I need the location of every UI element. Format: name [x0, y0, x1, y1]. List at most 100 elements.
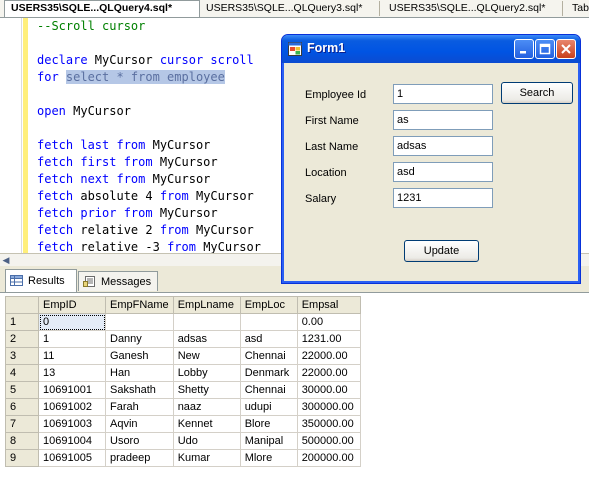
- code-line[interactable]: fetch prior from MyCursor: [37, 205, 261, 222]
- table-row[interactable]: 5 10691001 Sakshath Shetty Chennai 30000.00: [5, 381, 361, 399]
- minimize-button[interactable]: [514, 39, 534, 59]
- grid-cell[interactable]: asd: [239, 330, 298, 348]
- doc-tab-query3[interactable]: USERS35\SQLE...QLQuery3.sql*: [200, 1, 380, 16]
- first-name-input[interactable]: [393, 110, 493, 130]
- tab-messages[interactable]: Messages: [78, 271, 158, 291]
- grid-cell[interactable]: Usoro: [105, 432, 174, 450]
- row-number[interactable]: 8: [5, 432, 39, 450]
- code-line[interactable]: [37, 35, 261, 52]
- grid-cell[interactable]: udupi: [239, 398, 298, 416]
- table-row[interactable]: 7 10691003 Aqvin Kennet Blore 350000.00: [5, 415, 361, 433]
- title-bar[interactable]: Form1: [282, 35, 580, 63]
- grid-cell[interactable]: 13: [38, 364, 106, 382]
- row-number[interactable]: 4: [5, 364, 39, 382]
- salary-input[interactable]: [393, 188, 493, 208]
- grid-cell[interactable]: pradeep: [105, 449, 174, 467]
- grid-cell[interactable]: 22000.00: [296, 347, 361, 365]
- column-header[interactable]: EmpID: [38, 296, 106, 314]
- table-row[interactable]: 9 10691005 pradeep Kumar Mlore 200000.00: [5, 449, 361, 467]
- grid-cell[interactable]: [105, 313, 174, 331]
- table-row[interactable]: 8 10691004 Usoro Udo Manipal 500000.00: [5, 432, 361, 450]
- row-number[interactable]: 1: [5, 313, 39, 331]
- code-line[interactable]: fetch relative 2 from MyCursor: [37, 222, 261, 239]
- scroll-left-icon[interactable]: ◀: [0, 254, 12, 266]
- maximize-button[interactable]: [535, 39, 555, 59]
- doc-tab-query4[interactable]: USERS35\SQLE...QLQuery4.sql*: [4, 0, 200, 17]
- grid-cell[interactable]: New: [172, 347, 241, 365]
- table-row[interactable]: 3 11 Ganesh New Chennai 22000.00: [5, 347, 361, 365]
- column-header[interactable]: EmpLname: [172, 296, 241, 314]
- grid-cell[interactable]: Mlore: [239, 449, 298, 467]
- row-number[interactable]: 2: [5, 330, 39, 348]
- code-line[interactable]: for select * from employee: [37, 69, 261, 86]
- table-row[interactable]: 4 13 Han Lobby Denmark 22000.00: [5, 364, 361, 382]
- doc-tab-query2[interactable]: USERS35\SQLE...QLQuery2.sql*: [383, 1, 563, 16]
- code-line[interactable]: [37, 86, 261, 103]
- table-row[interactable]: 2 1 Danny adsas asd 1231.00: [5, 330, 361, 348]
- grid-cell[interactable]: adsas: [172, 330, 241, 348]
- grid-cell[interactable]: Kumar: [172, 449, 241, 467]
- grid-cell[interactable]: 10691001: [38, 381, 106, 399]
- row-number[interactable]: 5: [5, 381, 39, 399]
- code-line[interactable]: --Scroll cursor: [37, 18, 261, 35]
- grid-cell[interactable]: Denmark: [239, 364, 298, 382]
- employee-id-input[interactable]: [393, 84, 493, 104]
- grid-cell[interactable]: 1231.00: [296, 330, 361, 348]
- code-line[interactable]: fetch last from MyCursor: [37, 137, 261, 154]
- grid-cell[interactable]: Sakshath: [105, 381, 174, 399]
- table-row[interactable]: 1 0 0.00: [5, 313, 361, 331]
- row-number[interactable]: 3: [5, 347, 39, 365]
- grid-cell[interactable]: 10691005: [38, 449, 106, 467]
- code-line[interactable]: declare MyCursor cursor scroll: [37, 52, 261, 69]
- update-button[interactable]: Update: [404, 240, 479, 262]
- grid-cell[interactable]: Ganesh: [105, 347, 174, 365]
- search-button[interactable]: Search: [501, 82, 573, 104]
- row-number[interactable]: 7: [5, 415, 39, 433]
- close-button[interactable]: [556, 39, 576, 59]
- grid-cell[interactable]: Farah: [105, 398, 174, 416]
- form1-window[interactable]: Form1 Employee Id Search First Name Last…: [281, 34, 581, 284]
- grid-cell[interactable]: Danny: [105, 330, 174, 348]
- code-line[interactable]: fetch first from MyCursor: [37, 154, 261, 171]
- grid-cell[interactable]: 10691004: [38, 432, 106, 450]
- grid-cell[interactable]: Manipal: [239, 432, 298, 450]
- row-number[interactable]: 6: [5, 398, 39, 416]
- grid-cell[interactable]: 300000.00: [296, 398, 361, 416]
- code-line[interactable]: open MyCursor: [37, 103, 261, 120]
- grid-cell[interactable]: 30000.00: [296, 381, 361, 399]
- grid-cell[interactable]: Blore: [239, 415, 298, 433]
- code-line[interactable]: fetch relative -3 from MyCursor: [37, 239, 261, 253]
- last-name-input[interactable]: [393, 136, 493, 156]
- grid-cell[interactable]: Shetty: [172, 381, 241, 399]
- grid-cell[interactable]: 0.00: [296, 313, 361, 331]
- grid-cell[interactable]: Chennai: [239, 347, 298, 365]
- column-header[interactable]: EmpFName: [105, 296, 174, 314]
- grid-corner-header[interactable]: [5, 296, 39, 314]
- grid-cell[interactable]: naaz: [172, 398, 241, 416]
- column-header[interactable]: EmpLoc: [239, 296, 298, 314]
- grid-cell[interactable]: Kennet: [172, 415, 241, 433]
- grid-cell[interactable]: [172, 313, 241, 331]
- grid-cell[interactable]: 200000.00: [296, 449, 361, 467]
- code-line[interactable]: fetch next from MyCursor: [37, 171, 261, 188]
- code-line[interactable]: [37, 120, 261, 137]
- results-grid[interactable]: EmpID EmpFName EmpLname EmpLoc Empsal 1 0 0.00…: [5, 296, 361, 467]
- grid-cell[interactable]: Udo: [172, 432, 241, 450]
- grid-cell[interactable]: 500000.00: [296, 432, 361, 450]
- grid-cell[interactable]: 11: [38, 347, 106, 365]
- grid-cell[interactable]: [239, 313, 298, 331]
- grid-cell[interactable]: 10691003: [38, 415, 106, 433]
- grid-cell[interactable]: Chennai: [239, 381, 298, 399]
- grid-cell[interactable]: 350000.00: [296, 415, 361, 433]
- doc-tab-overflow[interactable]: Tab: [566, 1, 589, 16]
- grid-cell[interactable]: 22000.00: [296, 364, 361, 382]
- grid-cell[interactable]: 1: [38, 330, 106, 348]
- tab-results[interactable]: Results: [5, 269, 77, 292]
- location-input[interactable]: [393, 162, 493, 182]
- grid-cell[interactable]: Aqvin: [105, 415, 174, 433]
- grid-cell[interactable]: 0: [38, 313, 106, 331]
- grid-cell[interactable]: 10691002: [38, 398, 106, 416]
- grid-cell[interactable]: Han: [105, 364, 174, 382]
- results-grid-area[interactable]: EmpID EmpFName EmpLname EmpLoc Empsal 1 0 0.00…: [0, 293, 589, 491]
- row-number[interactable]: 9: [5, 449, 39, 467]
